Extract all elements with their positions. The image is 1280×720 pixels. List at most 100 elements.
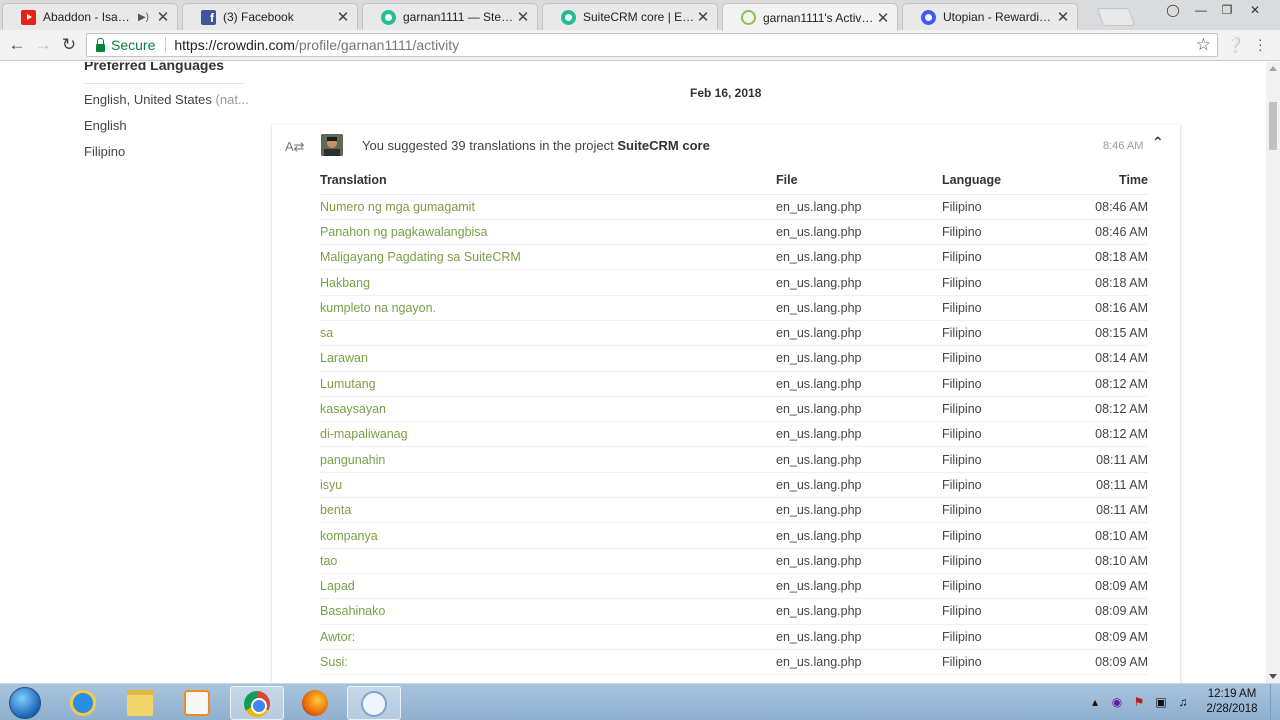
close-tab-icon[interactable]: ✕ — [875, 9, 891, 27]
time-cell: 08:12 AM — [1062, 396, 1148, 423]
taskbar-chrome[interactable] — [230, 686, 284, 720]
back-icon[interactable]: ← — [6, 34, 28, 56]
folder-icon — [127, 690, 153, 716]
network-icon[interactable]: ▣ — [1154, 695, 1168, 709]
taskbar-media-player[interactable] — [171, 686, 225, 720]
tab-label: garnan1111 — Steemit — [403, 10, 515, 24]
tab-crowdin-activity[interactable]: garnan1111's Activity - U ✕ — [722, 3, 898, 31]
column-header-translation: Translation — [320, 167, 776, 195]
avatar-image — [321, 134, 343, 156]
restore-icon[interactable]: ❐ — [1214, 0, 1240, 22]
translation-link[interactable]: Hakbang — [320, 269, 776, 296]
tab-utopian[interactable]: Utopian - Rewarding Op ✕ — [902, 3, 1078, 30]
time-cell: 08:18 AM — [1062, 269, 1148, 296]
extension-icon[interactable]: ❔ — [1226, 36, 1245, 54]
activity-time: 8:46 AM — [1103, 140, 1144, 152]
close-tab-icon[interactable]: ✕ — [335, 8, 351, 26]
translation-link[interactable]: Basahinako — [320, 598, 776, 625]
language-cell: Filipino — [942, 320, 1062, 347]
taskbar-file-explorer[interactable] — [114, 686, 168, 720]
table-row: isyu en_us.lang.php Filipino 08:11 AM — [320, 472, 1148, 499]
file-cell: en_us.lang.php — [776, 446, 942, 473]
start-button[interactable] — [6, 685, 44, 720]
translation-link[interactable]: Susi: — [320, 649, 776, 676]
minimize-icon[interactable]: — — [1188, 0, 1214, 22]
menu-dots-icon[interactable]: · · · — [1258, 32, 1263, 56]
taskbar-firefox[interactable] — [289, 686, 343, 720]
scroll-thumb[interactable] — [1269, 102, 1277, 150]
reload-icon[interactable]: ↻ — [58, 34, 80, 56]
table-row: Hakbang en_us.lang.php Filipino 08:18 AM — [320, 269, 1148, 296]
table-row: tao en_us.lang.php Filipino 08:10 AM — [320, 548, 1148, 574]
close-tab-icon[interactable]: ✕ — [1055, 8, 1071, 26]
browser-toolbar: ← → ↻ Secure https://crowdin.com/profile… — [0, 30, 1280, 61]
avatar[interactable] — [321, 134, 343, 156]
table-row: Awtor: en_us.lang.php Filipino 08:09 AM — [320, 624, 1148, 650]
translation-link[interactable]: kompanya — [320, 522, 776, 549]
browser-tab-strip: Abaddon - Isang Buhay ▶) ✕ f (3) Faceboo… — [0, 0, 1280, 31]
vertical-scrollbar[interactable] — [1266, 62, 1280, 683]
bookmark-star-icon[interactable]: ☆ — [1196, 35, 1211, 55]
scroll-down-icon[interactable] — [1269, 674, 1277, 679]
file-cell: en_us.lang.php — [776, 295, 942, 321]
language-cell: Filipino — [942, 548, 1062, 574]
translation-link[interactable]: Numero ng mga gumagamit — [320, 194, 776, 220]
language-cell: Filipino — [942, 194, 1062, 220]
forward-icon[interactable]: → — [32, 34, 54, 56]
tab-youtube[interactable]: Abaddon - Isang Buhay ▶) ✕ — [2, 3, 178, 30]
translation-link[interactable]: di-mapaliwanag — [320, 421, 776, 448]
language-cell: Filipino — [942, 598, 1062, 625]
table-row: sa en_us.lang.php Filipino 08:15 AM — [320, 320, 1148, 347]
volume-icon[interactable]: ♫ — [1176, 695, 1190, 709]
translation-link[interactable]: Larawan — [320, 345, 776, 372]
translation-link[interactable]: isyu — [320, 472, 776, 499]
file-cell: en_us.lang.php — [776, 573, 942, 600]
translation-link[interactable]: tao — [320, 548, 776, 574]
translation-link[interactable]: kasaysayan — [320, 396, 776, 423]
table-row: kumpleto na ngayon. en_us.lang.php Filipin… — [320, 295, 1148, 321]
scroll-up-icon[interactable] — [1269, 66, 1277, 71]
tab-facebook[interactable]: f (3) Facebook ✕ — [182, 3, 358, 30]
taskbar-internet-explorer[interactable] — [57, 686, 111, 720]
table-row: Maligayang Pagdating sa SuiteCRM en_us.la… — [320, 244, 1148, 271]
translation-link[interactable]: pangunahin — [320, 446, 776, 473]
speaker-icon[interactable]: ▶) — [138, 12, 149, 23]
language-cell: Filipino — [942, 421, 1062, 448]
chevron-up-icon[interactable]: ⌃ — [1152, 134, 1164, 151]
table-row: benta en_us.lang.php Filipino 08:11 AM — [320, 497, 1148, 524]
project-link[interactable]: SuiteCRM core — [617, 138, 709, 153]
time-cell: 08:46 AM — [1062, 219, 1148, 246]
tab-steemit[interactable]: garnan1111 — Steemit ✕ — [362, 3, 538, 30]
translation-link[interactable]: Awtor: — [320, 624, 776, 650]
close-tab-icon[interactable]: ✕ — [695, 8, 711, 26]
close-tab-icon[interactable]: ✕ — [515, 8, 531, 26]
file-cell: en_us.lang.php — [776, 598, 942, 625]
show-desktop-button[interactable] — [1270, 684, 1280, 720]
tab-suitecrm[interactable]: SuiteCRM core | English ✕ — [542, 3, 718, 30]
translation-link[interactable]: Maligayang Pagdating sa SuiteCRM — [320, 244, 776, 271]
taskbar-clock[interactable]: 12:19 AM 2/28/2018 — [1198, 687, 1266, 717]
taskbar-paint[interactable] — [347, 686, 401, 720]
translation-link[interactable]: Lapad — [320, 573, 776, 600]
file-cell: en_us.lang.php — [776, 371, 942, 397]
translation-link[interactable]: Panahon ng pagkawalangbisa — [320, 219, 776, 246]
url-text: https://crowdin.com/profile/garnan1111/a… — [174, 37, 459, 53]
new-tab-button[interactable] — [1096, 8, 1136, 26]
language-item: English, United States (nat... — [84, 92, 249, 107]
table-row: Susi: en_us.lang.php Filipino 08:09 AM — [320, 649, 1148, 676]
table-row: Numero ng mga gumagamit en_us.lang.php Fil… — [320, 194, 1148, 220]
address-bar[interactable]: Secure https://crowdin.com/profile/garna… — [86, 33, 1218, 57]
translation-link[interactable]: benta — [320, 497, 776, 524]
translation-link[interactable]: sa — [320, 320, 776, 347]
translation-link[interactable]: kumpleto na ngayon. — [320, 295, 776, 321]
time-cell: 08:18 AM — [1062, 244, 1148, 271]
close-window-icon[interactable]: ✕ — [1242, 0, 1268, 22]
close-tab-icon[interactable]: ✕ — [155, 8, 171, 26]
tray-app-icon[interactable]: ◉ — [1110, 695, 1124, 709]
show-hidden-icons-icon[interactable]: ▴ — [1088, 695, 1102, 709]
file-cell: en_us.lang.php — [776, 522, 942, 549]
user-profile-icon[interactable]: ◯ — [1160, 0, 1186, 22]
translations-table: Translation File Language Time Numero ng… — [320, 167, 1148, 676]
action-center-icon[interactable]: ⚑ — [1132, 695, 1146, 709]
translation-link[interactable]: Lumutang — [320, 371, 776, 397]
